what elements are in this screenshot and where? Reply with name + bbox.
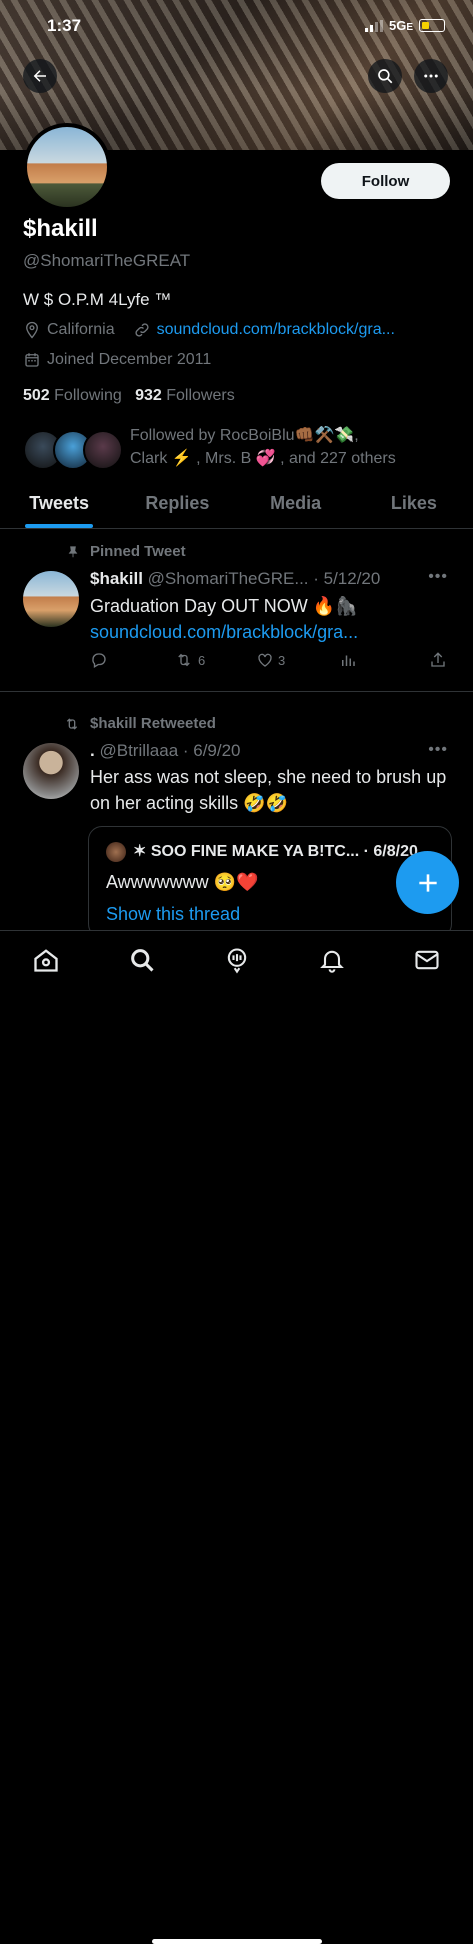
status-bar: 1:37 5GE [0, 14, 473, 40]
home-icon [34, 949, 58, 972]
follow-counts: 502 Following 932 Followers [23, 387, 235, 405]
tweet-handle-date: @Btrillaaa · 6/9/20 [99, 741, 241, 760]
retweet-icon [178, 653, 190, 667]
nav-messages[interactable] [412, 945, 442, 975]
notifications-icon [320, 950, 344, 973]
battery-icon [419, 19, 445, 32]
analytics-icon [342, 655, 355, 666]
tweet-text: Her ass was not sleep, she need to brush… [90, 767, 447, 813]
followed-by-line1: Followed by RocBoiBlu👊🏾⚒️💸, [130, 427, 359, 444]
share-button[interactable] [429, 651, 447, 669]
nav-spaces[interactable] [222, 945, 252, 975]
reply-button[interactable] [90, 651, 108, 669]
quoted-author: ✶ SOO FINE MAKE YA B!TC... · 6/8/20 [133, 843, 418, 860]
calendar-icon [25, 353, 39, 367]
nav-search[interactable] [127, 945, 157, 975]
tweet-link[interactable]: soundcloud.com/brackblock/gra... [90, 619, 450, 645]
tweet-more-icon[interactable]: ••• [428, 741, 448, 759]
profile-avatar[interactable] [23, 123, 111, 211]
status-time: 1:37 [47, 16, 82, 35]
tweet-text: Graduation Day OUT NOW 🔥🦍 [90, 596, 358, 616]
link-icon [135, 323, 149, 337]
tweet-context: Pinned Tweet [66, 543, 186, 560]
like-icon [258, 653, 272, 667]
nav-home[interactable] [31, 945, 61, 975]
like-button[interactable]: 3 [256, 651, 285, 669]
pin-icon [68, 545, 78, 557]
like-count: 3 [278, 652, 286, 668]
avatar[interactable] [23, 743, 79, 799]
avatar [83, 430, 123, 470]
compose-plus-icon [418, 873, 437, 892]
compose-button[interactable] [396, 851, 459, 914]
search-icon [378, 69, 393, 84]
tweet-header: $hakill @ShomariTheGRE... · 5/12/20 [90, 569, 380, 589]
following-link[interactable]: 502 Following [23, 387, 122, 404]
quoted-text: Awwwwwww 🥺❤️ [106, 872, 259, 892]
location-pin-icon [26, 321, 38, 339]
profile-bio: W $ O.P.M 4Lyfe ™ [23, 290, 172, 309]
tweet-context: $hakill Retweeted [64, 715, 216, 732]
back-arrow-icon [33, 70, 46, 82]
profile-location: California [47, 321, 115, 338]
spaces-icon [227, 948, 247, 974]
retweet-count: 6 [198, 652, 206, 668]
follow-button[interactable]: Follow [321, 163, 450, 199]
messages-icon [415, 950, 439, 970]
profile-name: $hakill [23, 215, 98, 242]
tweet-author[interactable]: . [90, 741, 95, 760]
analytics-button[interactable] [339, 651, 357, 669]
profile-meta-row: California soundcloud.com/brackblock/gra… [23, 321, 395, 339]
signal-icon [364, 19, 383, 32]
search-icon [131, 949, 154, 972]
avatar[interactable] [23, 571, 79, 627]
tab-tweets[interactable]: Tweets [0, 480, 118, 528]
profile-tabs: Tweets Replies Media Likes [0, 480, 473, 529]
tweet-header: . @Btrillaaa · 6/9/20 [90, 741, 241, 761]
divider [0, 691, 473, 692]
followers-link[interactable]: 932 Followers [135, 387, 235, 404]
profile-handle: @ShomariTheGREAT [23, 251, 191, 270]
reply-icon [92, 653, 106, 668]
retweet-button[interactable]: 6 [174, 651, 205, 669]
retweet-icon [66, 717, 78, 730]
tab-media[interactable]: Media [237, 480, 355, 528]
share-icon [431, 652, 445, 667]
tweet-handle-date: @ShomariTheGRE... · 5/12/20 [147, 569, 381, 588]
profile-website-link[interactable]: soundcloud.com/brackblock/gra... [157, 321, 395, 339]
more-button[interactable] [414, 59, 448, 93]
nav-notifications[interactable] [317, 945, 347, 975]
show-thread-link[interactable]: Show this thread [106, 904, 240, 925]
bottom-nav [0, 930, 473, 1944]
back-button[interactable] [23, 59, 57, 93]
tab-replies[interactable]: Replies [118, 480, 236, 528]
avatar [106, 842, 126, 862]
search-button[interactable] [368, 59, 402, 93]
home-indicator [152, 1939, 322, 1944]
tweet-actions: 6 3 [90, 651, 450, 671]
profile-joined: Joined December 2011 [47, 351, 212, 368]
followed-by-line2: Clark ⚡ , Mrs. B 💞 , and 227 others [130, 450, 396, 467]
tab-likes[interactable]: Likes [355, 480, 473, 528]
tweet-more-icon[interactable]: ••• [428, 568, 448, 586]
network-label: 5GE [388, 18, 413, 33]
followed-by[interactable]: Followed by RocBoiBlu👊🏾⚒️💸, Clark ⚡ , Mr… [23, 424, 453, 472]
tweet-author[interactable]: $hakill [90, 569, 143, 588]
profile-joined-row: Joined December 2011 [23, 351, 211, 369]
more-icon [424, 74, 438, 78]
